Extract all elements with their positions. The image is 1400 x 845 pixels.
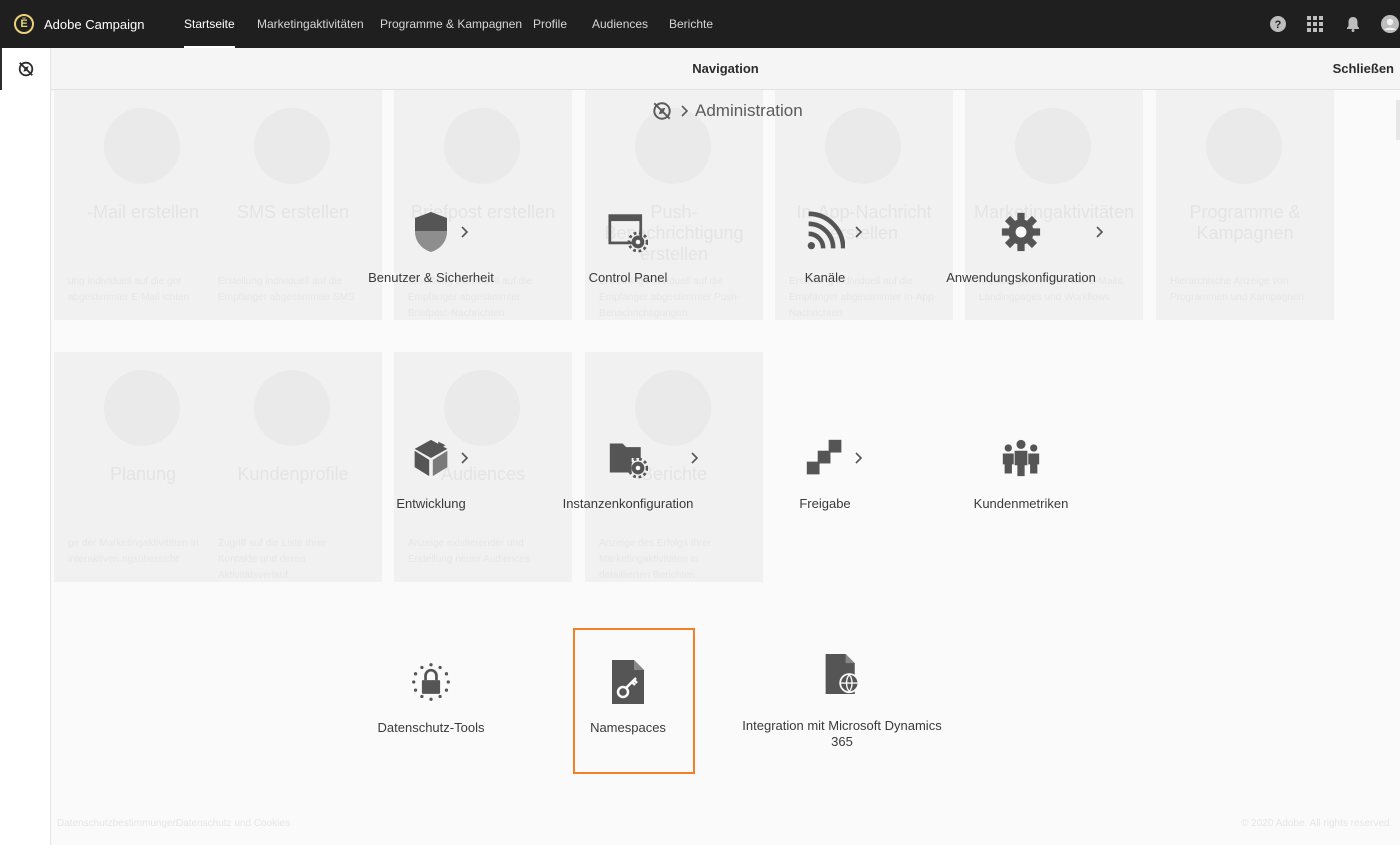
- chevron-right-icon: [681, 105, 689, 117]
- folder-gear-icon: [608, 438, 648, 479]
- brand[interactable]: Ē Adobe Campaign: [14, 0, 144, 48]
- chevron-right-icon: [1096, 226, 1104, 238]
- tile-label: Datenschutz-Tools: [377, 720, 485, 735]
- bg-card: Programme & Kampagnen Hierarchische Anzei…: [1156, 90, 1334, 320]
- sidebar: [0, 48, 51, 845]
- gear-icon: [1001, 212, 1041, 252]
- globe-document-icon: [822, 654, 862, 694]
- panel-title: Navigation: [692, 61, 759, 76]
- top-bar: Ē Adobe Campaign Startseite Marketingakt…: [0, 0, 1400, 48]
- breadcrumb: Administration: [651, 98, 803, 124]
- channels-icon: [805, 211, 845, 252]
- apps-grid-icon[interactable]: [1305, 14, 1325, 34]
- selection-highlight: [573, 628, 695, 774]
- footer-link[interactable]: Datenschutz und Cookies: [176, 818, 290, 829]
- tile-freigabe[interactable]: Freigabe: [735, 438, 915, 518]
- tab-audiences[interactable]: Audiences: [592, 0, 648, 48]
- tile-datenschutz-tools[interactable]: Datenschutz-Tools: [341, 662, 521, 742]
- tile-instanzenkonfiguration[interactable]: Instanzenkonfiguration: [538, 438, 718, 518]
- tile-label: Benutzer & Sicherheit: [368, 270, 494, 285]
- compass-off-icon: [18, 61, 34, 77]
- tile-control-panel[interactable]: Control Panel: [538, 212, 718, 292]
- navigation-home-icon[interactable]: [651, 100, 673, 122]
- tab-profile[interactable]: Profile: [533, 0, 567, 48]
- tab-marketingaktivitaeten[interactable]: Marketingaktivitäten: [257, 0, 364, 48]
- sidebar-item-navigation[interactable]: [0, 48, 50, 90]
- tab-startseite[interactable]: Startseite: [184, 0, 235, 48]
- tile-kundenmetriken[interactable]: Kundenmetriken: [931, 438, 1111, 518]
- cube-icon: [411, 438, 451, 478]
- notification-bell-icon[interactable]: [1343, 14, 1363, 34]
- tile-label: Kanäle: [804, 270, 846, 285]
- footer-copyright: © 2020 Adobe. All rights reserved.: [1241, 818, 1393, 829]
- tile-integration-dynamics[interactable]: Integration mit Microsoft Dynamics 365: [742, 654, 942, 750]
- chevron-right-icon: [461, 226, 469, 238]
- chevron-right-icon: [691, 452, 699, 464]
- tab-berichte[interactable]: Berichte: [669, 0, 713, 48]
- privacy-lock-icon: [411, 662, 451, 702]
- tile-label: Integration mit Microsoft Dynamics 365: [742, 718, 942, 749]
- tile-entwicklung[interactable]: Entwicklung: [341, 438, 521, 518]
- avatar[interactable]: [1380, 14, 1400, 34]
- chevron-right-icon: [855, 452, 863, 464]
- people-icon: [1001, 438, 1041, 478]
- svg-text:?: ?: [1275, 19, 1282, 31]
- tile-label: Entwicklung: [396, 496, 466, 511]
- tile-anwendungskonfiguration[interactable]: Anwendungskonfiguration: [931, 212, 1111, 292]
- adobe-campaign-logo-icon: Ē: [14, 14, 34, 34]
- help-icon[interactable]: ?: [1268, 14, 1288, 34]
- close-button[interactable]: Schließen: [1333, 48, 1394, 90]
- footer-link[interactable]: Datenschutzbestimmungen: [57, 818, 178, 829]
- deploy-icon: [805, 438, 845, 478]
- tile-label: Freigabe: [799, 496, 851, 511]
- shield-icon: [411, 212, 451, 252]
- tile-kanaele[interactable]: Kanäle: [735, 211, 915, 292]
- brand-name: Adobe Campaign: [44, 16, 145, 32]
- control-panel-icon: [608, 212, 648, 253]
- tile-label: Instanzenkonfiguration: [562, 496, 694, 511]
- tile-label: Control Panel: [588, 270, 668, 285]
- tile-benutzer-sicherheit[interactable]: Benutzer & Sicherheit: [341, 212, 521, 292]
- tab-programme-kampagnen[interactable]: Programme & Kampagnen: [380, 0, 522, 48]
- chevron-right-icon: [461, 452, 469, 464]
- breadcrumb-current: Administration: [695, 101, 803, 120]
- scroll-indicator: [1396, 100, 1400, 140]
- tile-label: Kundenmetriken: [973, 496, 1069, 511]
- tile-label: Anwendungskonfiguration: [946, 270, 1096, 285]
- navigation-panel-header: Navigation Schließen: [51, 48, 1400, 90]
- chevron-right-icon: [855, 226, 863, 238]
